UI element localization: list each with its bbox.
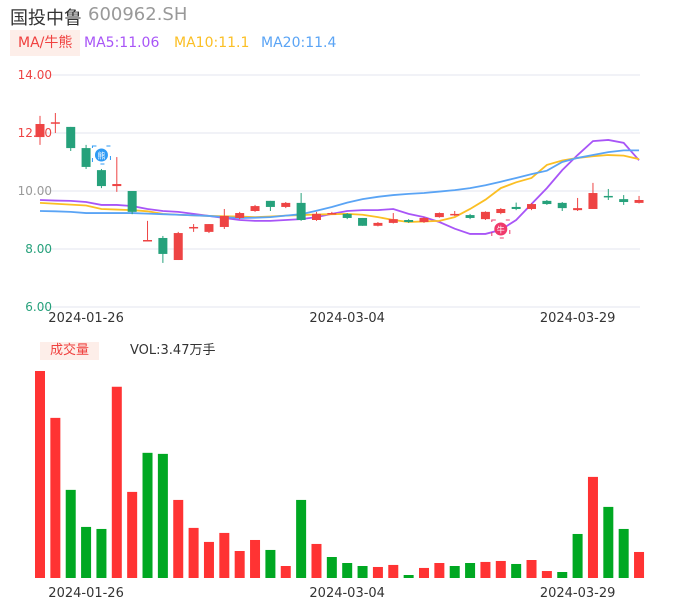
volume-bar — [618, 528, 629, 578]
x-tick-label: 2024-03-29 — [540, 586, 616, 601]
candle-body — [557, 202, 567, 209]
candle-body — [603, 195, 613, 198]
candle-body — [96, 170, 106, 187]
candle-body — [450, 213, 460, 216]
volume-bar — [157, 453, 168, 578]
volume-bar — [465, 563, 476, 578]
volume-bar — [403, 575, 414, 578]
candle-body — [527, 204, 537, 209]
bear-signal-label: 熊 — [97, 151, 105, 161]
bull-signal-label: 牛 — [497, 225, 505, 235]
volume-bar — [480, 561, 491, 578]
candle-body — [189, 226, 199, 229]
volume-bar — [65, 489, 76, 578]
y-tick-label: 14.00 — [18, 68, 52, 82]
candle-body — [250, 206, 260, 212]
candle-body — [235, 213, 245, 218]
candle-body — [158, 237, 168, 254]
volume-bar — [603, 506, 614, 578]
volume-bar — [372, 566, 383, 578]
candle-body — [281, 202, 291, 207]
volume-bar — [188, 527, 199, 578]
x-tick-label: 2024-01-26 — [48, 311, 124, 326]
volume-bar — [495, 560, 506, 578]
candle-body — [511, 206, 521, 209]
y-tick-label: 12.00 — [18, 126, 52, 140]
x-tick-label: 2024-03-04 — [309, 311, 385, 326]
candle-body — [66, 126, 76, 149]
candle-body — [50, 122, 60, 124]
candle-body — [496, 208, 506, 214]
candle-body — [373, 222, 383, 226]
volume-bar — [342, 563, 353, 578]
volume-bar — [219, 532, 230, 578]
volume-bar — [541, 571, 552, 578]
candle-body — [81, 148, 91, 167]
volume-bar — [280, 566, 291, 578]
volume-bar — [50, 417, 61, 578]
candle-body — [327, 213, 337, 215]
candle-body — [112, 184, 122, 187]
candle-body — [296, 202, 306, 220]
candle-body — [35, 124, 45, 138]
candle-body — [358, 217, 368, 226]
candle-body — [480, 211, 490, 220]
volume-bar — [634, 551, 645, 578]
volume-bar — [572, 533, 583, 578]
candle-body — [588, 193, 598, 209]
candle-body — [143, 240, 153, 242]
candle-body — [265, 200, 275, 207]
x-tick-label: 2024-03-04 — [309, 586, 385, 601]
candle-body — [204, 224, 214, 232]
candle-body — [388, 219, 398, 223]
volume-bar — [111, 386, 122, 578]
volume-bar — [173, 499, 184, 578]
volume-bar — [311, 543, 322, 578]
stock-chart-view: 国投中鲁 600962.SH MA/牛熊 MA5:11.06 MA10:11.1… — [0, 0, 686, 606]
volume-bar — [127, 491, 138, 578]
volume-bar — [557, 572, 568, 578]
volume-bar — [587, 476, 598, 578]
candle-body — [573, 208, 583, 211]
x-tick-label: 2024-03-29 — [540, 311, 616, 326]
x-tick-label: 2024-01-26 — [48, 586, 124, 601]
volume-bar — [449, 566, 460, 578]
ma5-line — [39, 139, 640, 235]
volume-bar — [250, 539, 261, 578]
candle-body — [434, 213, 444, 218]
volume-bar — [388, 564, 399, 578]
y-tick-label: 10.00 — [18, 184, 52, 198]
candle-body — [542, 200, 552, 205]
candle-body — [465, 215, 475, 218]
volume-bar — [419, 567, 429, 578]
volume-bar — [326, 557, 337, 578]
volume-bar — [511, 563, 522, 578]
candle-body — [311, 213, 321, 220]
candle-body — [634, 199, 644, 203]
y-tick-label: 8.00 — [25, 242, 52, 256]
candle-body — [342, 213, 352, 218]
volume-bar — [96, 528, 107, 578]
candle-body — [127, 191, 137, 212]
volume-bar — [203, 541, 214, 578]
volume-bar — [142, 452, 153, 578]
volume-bar — [35, 371, 45, 578]
candle-body — [619, 199, 629, 203]
volume-bar — [296, 499, 307, 578]
candle-body — [419, 217, 429, 223]
candle-body — [219, 215, 229, 227]
volume-bar — [234, 551, 245, 578]
candlestick-chart: 14.0012.0010.008.006.002024-01-262024-01… — [18, 68, 645, 601]
volume-bar — [434, 563, 445, 578]
volume-bar — [81, 526, 92, 578]
candle-body — [404, 220, 414, 223]
volume-bar — [357, 566, 368, 578]
candle-body — [173, 233, 183, 261]
volume-bar — [526, 560, 537, 578]
volume-bar — [265, 549, 276, 578]
